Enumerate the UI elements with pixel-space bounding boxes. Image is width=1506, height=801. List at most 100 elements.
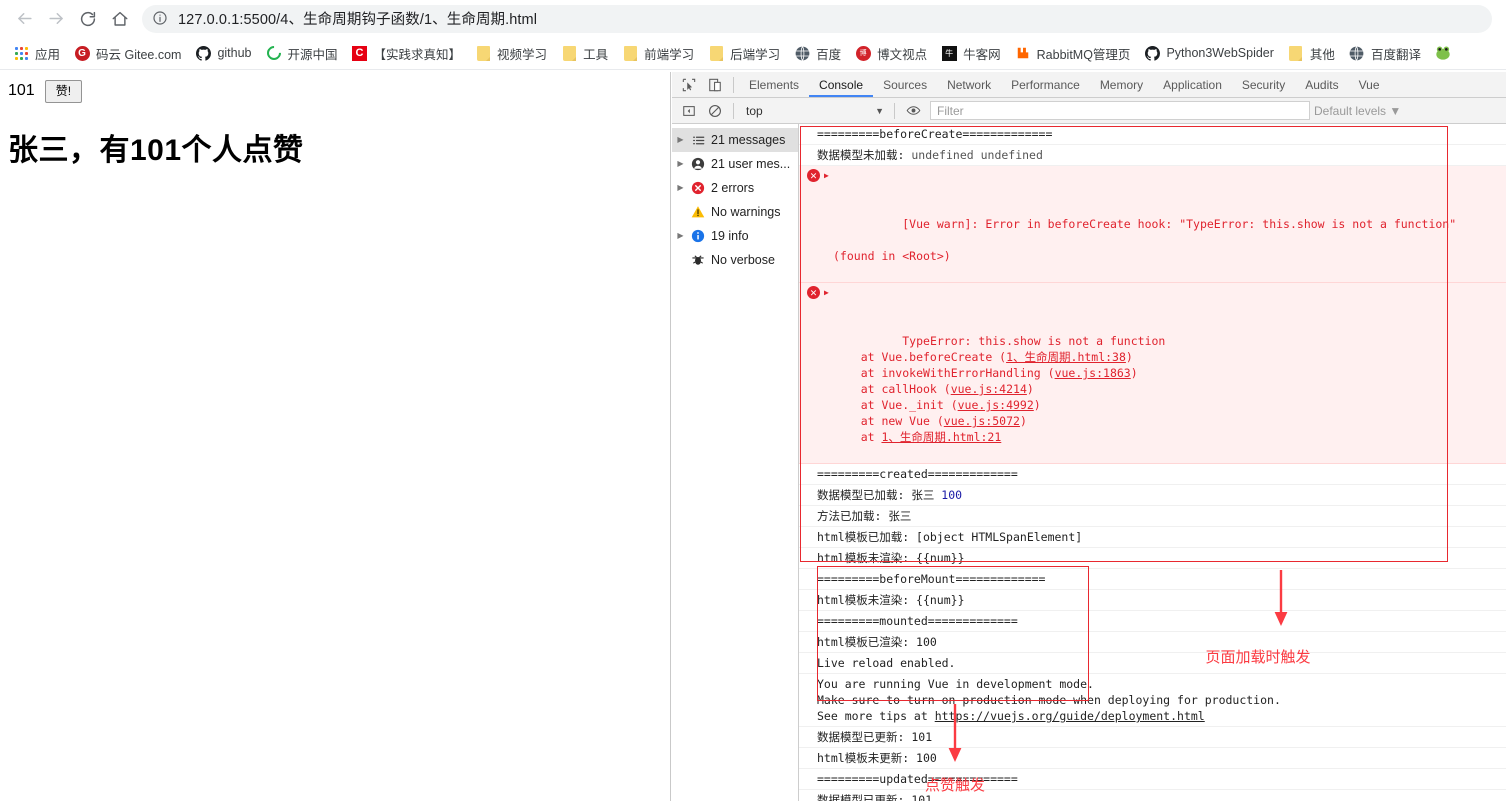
bookmark-oschina[interactable]: 开源中国 [259,41,345,65]
clear-console-icon[interactable] [702,99,728,123]
sidebar-item-label: 2 errors [711,181,755,195]
tab-security[interactable]: Security [1232,72,1295,97]
bookmark-bowen[interactable]: 博 博文视点 [848,41,934,65]
sidebar-item-info[interactable]: ▶ 19 info [672,224,798,248]
bookmark-gitee[interactable]: G 码云 Gitee.com [67,41,188,65]
annotation-label-like-trigger: 点赞触发 [924,777,986,794]
tab-application[interactable]: Application [1153,72,1232,97]
console-message: html模板已加载: [object HTMLSpanElement] [799,527,1506,548]
bookmark-shijian[interactable]: C 【实践求真知】 [345,41,469,65]
folder-icon [622,45,638,61]
folder-icon [475,45,491,61]
inspect-cursor-icon[interactable] [676,73,702,97]
bookmark-apps[interactable]: 应用 [6,41,67,65]
device-toolbar-icon[interactable] [702,73,728,97]
bookmark-label: 开源中国 [287,47,338,62]
globe-icon [794,45,810,61]
console-message: 数据模型未加载: undefined undefined [799,145,1506,166]
tab-network[interactable]: Network [937,72,1001,97]
tab-audits[interactable]: Audits [1295,72,1348,97]
folder-icon [561,45,577,61]
back-arrow-icon[interactable] [8,3,40,35]
live-expression-icon[interactable] [900,99,926,123]
github-icon [195,45,211,61]
frog-icon [1435,45,1451,61]
page-heading: 张三，有101个人点赞 [8,133,304,167]
console-output[interactable]: =========beforeCreate============= 数据模型未… [799,124,1506,801]
home-icon[interactable] [104,3,136,35]
gitee-icon: G [74,45,90,61]
tab-vue[interactable]: Vue [1349,72,1390,97]
bookmark-python3webspider[interactable]: Python3WebSpider [1137,41,1280,65]
sidebar-item-label: 21 user mes... [711,157,791,171]
expand-triangle-icon[interactable]: ▶ [824,168,829,184]
bookmark-label: 博文视点 [877,47,928,62]
nowcoder-icon: 牛 [941,45,957,61]
console-message: Live reload enabled. [799,653,1506,674]
page-info-icon[interactable] [152,10,170,28]
sidebar-item-verbose[interactable]: ▶ No verbose [672,248,798,272]
console-error-text: [Vue warn]: Error in beforeCreate hook: … [833,217,1457,263]
console-error-text: TypeError: this.show is not a function a… [860,334,1166,444]
sidebar-item-user-messages[interactable]: ▶ 21 user mes... [672,152,798,176]
address-bar[interactable]: 127.0.0.1:5500/4、生命周期钩子函数/1、生命周期.html [142,4,1492,33]
rabbitmq-icon [1015,45,1031,61]
info-icon [690,229,706,243]
address-bar-url: 127.0.0.1:5500/4、生命周期钩子函数/1、生命周期.html [178,12,538,28]
bookmark-rabbitmq[interactable]: RabbitMQ管理页 [1008,41,1138,65]
console-message: 方法已加载: 张三 [799,506,1506,527]
log-levels-selector[interactable]: Default levels ▼ [1314,104,1411,118]
bookmark-label: 视频学习 [497,47,548,62]
bookmark-label: 其他 [1309,47,1335,62]
chevron-right-icon[interactable]: ▶ [676,176,685,200]
bookmark-baidu[interactable]: 百度 [787,41,848,65]
tab-sources[interactable]: Sources [873,72,937,97]
tab-elements[interactable]: Elements [739,72,809,97]
bookmark-label: Python3WebSpider [1166,46,1274,60]
sidebar-item-errors[interactable]: ▶ 2 errors [672,176,798,200]
console-error-message: ✕ ▶ TypeError: this.show is not a functi… [799,283,1506,464]
bookmark-label: 应用 [35,47,61,62]
console-sidebar: ▶ 21 messages ▶ 21 user mes... ▶ 2 error… [672,124,799,801]
error-icon: ✕ [807,286,820,299]
sidebar-item-messages[interactable]: ▶ 21 messages [672,128,798,152]
sidebar-item-warnings[interactable]: ▶ No warnings [672,200,798,224]
forward-arrow-icon[interactable] [40,3,72,35]
filter-input[interactable]: Filter [930,101,1310,120]
bookmark-folder-frontend[interactable]: 前端学习 [615,41,701,65]
like-count: 101 [8,82,35,100]
console-message: =========beforeCreate============= [799,124,1506,145]
error-icon: ✕ [807,169,820,182]
like-button[interactable]: 赞! [44,80,83,103]
devtools-tabbar: Elements Console Sources Network Perform… [672,72,1506,98]
bowen-icon: 博 [855,45,871,61]
toolbar-divider [733,76,734,93]
tab-memory[interactable]: Memory [1090,72,1153,97]
bookmark-github[interactable]: github [188,41,258,65]
oschina-icon [263,43,284,63]
console-sidebar-toggle-icon[interactable] [676,99,702,123]
console-message: 数据模型已更新: 101 [799,727,1506,748]
bookmark-label: 牛客网 [963,47,1001,62]
bookmark-folder-other[interactable]: 其他 [1281,41,1342,65]
chevron-right-icon[interactable]: ▶ [676,128,685,152]
bookmark-folder-video[interactable]: 视频学习 [468,41,554,65]
bookmark-folder-backend[interactable]: 后端学习 [701,41,787,65]
bookmark-nowcoder[interactable]: 牛 牛客网 [934,41,1008,65]
bookmark-baidu-translate[interactable]: 百度翻译 [1342,41,1428,65]
navigation-bar: 127.0.0.1:5500/4、生命周期钩子函数/1、生命周期.html [0,0,1506,37]
chevron-right-icon[interactable]: ▶ [676,152,685,176]
tab-performance[interactable]: Performance [1001,72,1090,97]
bookmark-frog[interactable] [1428,41,1464,65]
bookmark-folder-tools[interactable]: 工具 [554,41,615,65]
sidebar-item-label: 19 info [711,229,749,243]
github-icon [1144,45,1160,61]
bookmark-label: 前端学习 [644,47,695,62]
tab-console[interactable]: Console [809,72,873,97]
globe-icon [1349,45,1365,61]
context-selector[interactable]: top ▼ [739,101,889,121]
console-message: =========updated============= [799,769,1506,790]
reload-icon[interactable] [72,3,104,35]
chevron-right-icon[interactable]: ▶ [676,224,685,248]
expand-triangle-icon[interactable]: ▶ [824,285,829,301]
